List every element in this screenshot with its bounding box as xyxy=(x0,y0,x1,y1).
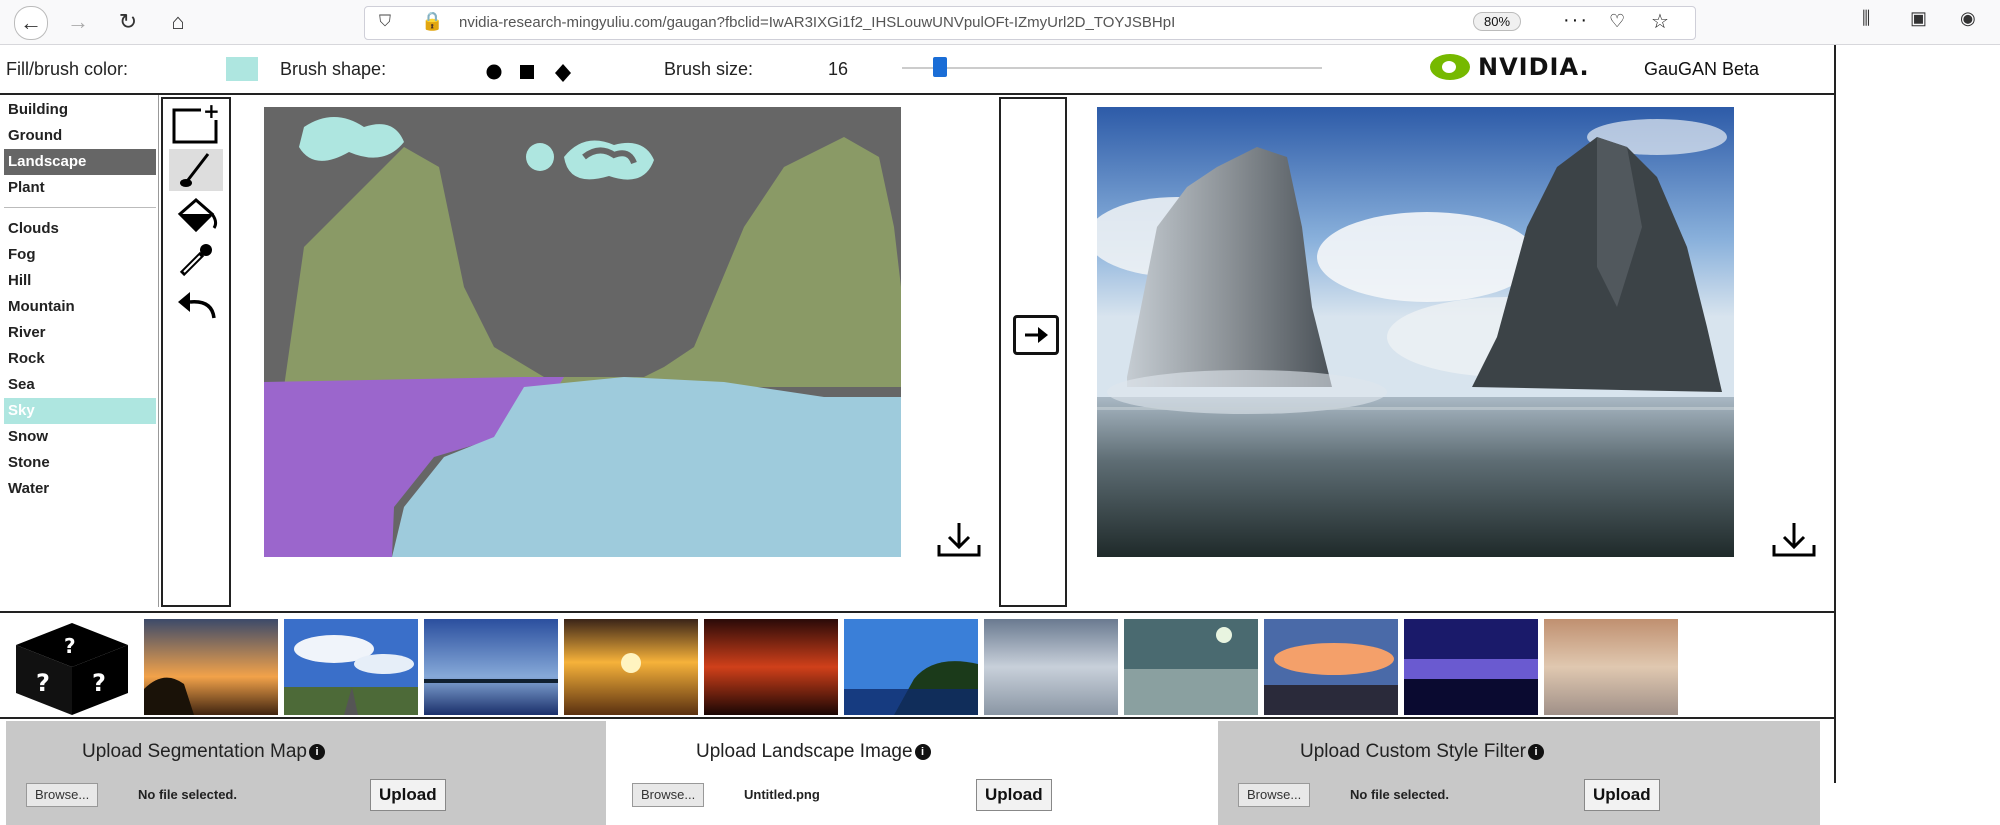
generate-arrow-icon[interactable] xyxy=(1013,315,1059,355)
label-snow[interactable]: Snow xyxy=(4,424,156,450)
label-landscape[interactable]: Landscape xyxy=(4,149,156,175)
upload-segmentation-panel: Upload Segmentation Map i Browse... No fi… xyxy=(6,721,606,825)
svg-text:?: ? xyxy=(64,634,76,658)
slider-thumb[interactable] xyxy=(933,57,947,77)
style-thumbnail[interactable] xyxy=(1544,619,1678,715)
info-icon[interactable]: i xyxy=(308,743,325,760)
svg-text:?: ? xyxy=(36,669,50,697)
circle-brush-icon[interactable] xyxy=(484,64,504,80)
style-thumbnail[interactable] xyxy=(704,619,838,715)
segmentation-file-name: No file selected. xyxy=(138,787,237,802)
generate-column xyxy=(999,97,1067,607)
label-stone[interactable]: Stone xyxy=(4,450,156,476)
style-file-name: No file selected. xyxy=(1350,787,1449,802)
square-brush-icon[interactable] xyxy=(518,64,536,80)
fill-color-label: Fill/brush color: xyxy=(6,59,129,79)
account-icon[interactable]: ◉ xyxy=(1960,8,1976,29)
generated-landscape-image xyxy=(1097,107,1734,557)
style-thumbnail[interactable] xyxy=(984,619,1118,715)
style-strip: ? ? ? xyxy=(0,611,1836,719)
nvidia-logo: NVIDIA. xyxy=(1430,53,1590,81)
browser-toolbar: ← → ↻ ⌂ ⛉ 🔒 nvidia-research-mingyuliu.co… xyxy=(0,0,2000,45)
label-sky[interactable]: Sky xyxy=(4,398,156,424)
label-clouds[interactable]: Clouds xyxy=(4,216,156,242)
label-ground[interactable]: Ground xyxy=(4,123,156,149)
home-icon[interactable]: ⌂ xyxy=(162,6,194,38)
upload-landscape-panel: Upload Landscape Image i Browse... Untitl… xyxy=(612,721,1212,825)
style-thumbnail[interactable] xyxy=(284,619,418,715)
controls-bar: Fill/brush color: Brush shape: Brush siz… xyxy=(0,45,1836,95)
style-thumbnail[interactable] xyxy=(1124,619,1258,715)
gaugan-app: Fill/brush color: Brush shape: Brush siz… xyxy=(0,45,1836,825)
url-text[interactable]: nvidia-research-mingyuliu.com/gaugan?fbc… xyxy=(459,14,1469,31)
undo-icon[interactable] xyxy=(169,285,223,327)
label-plant[interactable]: Plant xyxy=(4,175,156,201)
back-icon[interactable]: ← xyxy=(14,6,48,40)
style-thumbnail[interactable] xyxy=(1404,619,1538,715)
upload-style-panel: Upload Custom Style Filter i Browse... No… xyxy=(1218,721,1820,825)
brush-size-label: Brush size: xyxy=(664,59,754,79)
library-icon[interactable]: ⫼ xyxy=(1862,8,1870,29)
label-building[interactable]: Building xyxy=(4,97,156,123)
url-bar[interactable]: ⛉ 🔒 nvidia-research-mingyuliu.com/gaugan… xyxy=(364,6,1696,40)
brush-icon[interactable] xyxy=(169,149,223,191)
tool-column: + xyxy=(161,97,231,607)
upload-style-button[interactable]: Upload xyxy=(1584,779,1660,811)
paint-bucket-icon[interactable] xyxy=(169,195,223,237)
browse-style-button[interactable]: Browse... xyxy=(1238,783,1311,807)
label-water[interactable]: Water xyxy=(4,476,156,502)
more-actions-icon[interactable]: ··· xyxy=(1563,9,1589,32)
landscape-file-name: Untitled.png xyxy=(744,787,820,802)
svg-text:?: ? xyxy=(92,669,106,697)
upload-segmentation-button[interactable]: Upload xyxy=(370,779,446,811)
label-fog[interactable]: Fog xyxy=(4,242,156,268)
info-icon[interactable]: i xyxy=(1527,743,1544,760)
app-title: GauGAN Beta xyxy=(1644,59,1760,79)
shield-icon[interactable]: ⛉ xyxy=(379,13,391,31)
insecure-lock-icon[interactable]: 🔒 xyxy=(421,11,443,32)
label-river[interactable]: River xyxy=(4,320,156,346)
brush-size-value: 16 xyxy=(828,59,849,79)
label-hill[interactable]: Hill xyxy=(4,268,156,294)
label-rock[interactable]: Rock xyxy=(4,346,156,372)
bookmark-star-icon[interactable]: ☆ xyxy=(1651,9,1669,34)
download-result-icon[interactable] xyxy=(1770,519,1818,559)
brush-size-slider[interactable] xyxy=(902,67,1322,69)
label-sea[interactable]: Sea xyxy=(4,372,156,398)
browse-landscape-button[interactable]: Browse... xyxy=(632,783,705,807)
pocket-icon[interactable]: ♡ xyxy=(1609,11,1625,32)
nvidia-eye-icon xyxy=(1430,54,1470,80)
style-thumbnail[interactable] xyxy=(564,619,698,715)
random-style-dice-icon[interactable]: ? ? ? xyxy=(12,621,132,717)
label-list: Building Ground Landscape Plant Clouds F… xyxy=(4,97,156,502)
style-thumbnail[interactable] xyxy=(424,619,558,715)
zoom-badge[interactable]: 80% xyxy=(1473,12,1522,31)
fill-color-swatch[interactable] xyxy=(226,57,258,81)
eyedropper-icon[interactable] xyxy=(169,239,223,281)
info-icon[interactable]: i xyxy=(914,743,931,760)
new-canvas-icon[interactable]: + xyxy=(169,103,223,145)
list-divider xyxy=(158,95,159,607)
segmentation-canvas[interactable] xyxy=(264,107,901,557)
download-segmentation-icon[interactable] xyxy=(935,519,983,559)
style-thumbnail[interactable] xyxy=(1264,619,1398,715)
label-divider xyxy=(4,207,156,208)
diamond-brush-icon[interactable] xyxy=(554,64,572,82)
style-thumbnail[interactable] xyxy=(844,619,978,715)
style-thumbnail[interactable] xyxy=(144,619,278,715)
upload-segmentation-title: Upload Segmentation Map i xyxy=(82,741,325,763)
reload-icon[interactable]: ↻ xyxy=(112,6,144,38)
sidebar-icon[interactable]: ▣ xyxy=(1910,8,1927,29)
browse-segmentation-button[interactable]: Browse... xyxy=(26,783,99,807)
forward-icon[interactable]: → xyxy=(62,6,94,38)
upload-landscape-button[interactable]: Upload xyxy=(976,779,1052,811)
upload-landscape-title: Upload Landscape Image i xyxy=(696,741,931,763)
upload-style-title: Upload Custom Style Filter i xyxy=(1300,741,1544,763)
label-mountain[interactable]: Mountain xyxy=(4,294,156,320)
svg-text:+: + xyxy=(203,104,220,123)
brush-shape-label: Brush shape: xyxy=(280,59,387,79)
nvidia-wordmark: NVIDIA. xyxy=(1478,53,1590,81)
